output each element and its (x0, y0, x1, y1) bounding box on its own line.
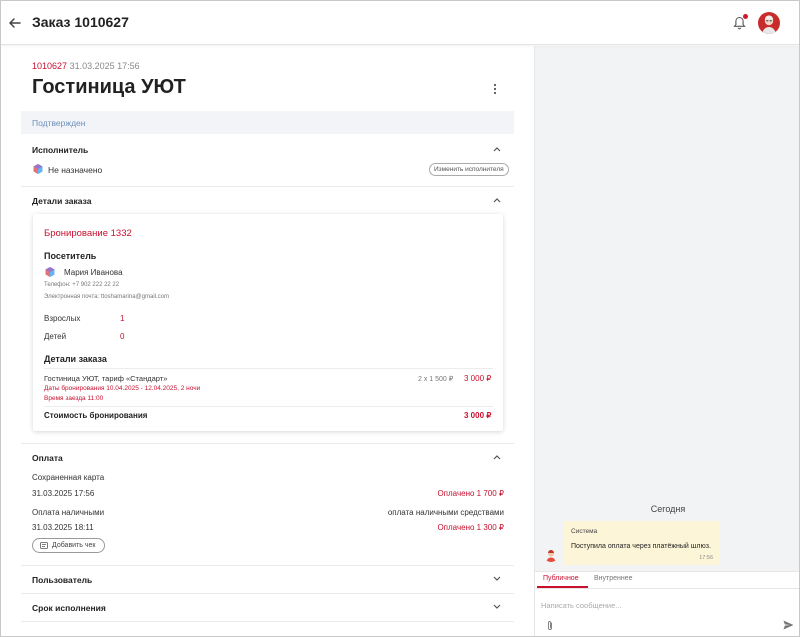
booking-total-value: 3 000 ₽ (464, 411, 492, 420)
item-name: Гостиница УЮТ, тариф «Стандарт» (44, 374, 168, 383)
more-vertical-icon[interactable] (490, 82, 500, 96)
chat-date-label: Сегодня (650, 504, 686, 514)
tab-internal[interactable]: Внутреннее (594, 575, 633, 582)
active-tab-indicator (537, 586, 588, 588)
adults-label: Взрослых (44, 314, 81, 323)
visitor-phone: Телефон: +7 902 222 22 22 (44, 282, 120, 288)
paperclip-icon[interactable] (546, 620, 554, 631)
children-value: 0 (120, 332, 125, 341)
divider (21, 443, 514, 444)
cash-label: Оплата наличными (32, 508, 105, 517)
cash-date: 31.03.2025 18:11 (32, 523, 94, 532)
divider (21, 565, 514, 566)
change-executor-button[interactable]: Изменить исполнителя (429, 163, 509, 176)
avatar-image-icon (758, 12, 780, 34)
tab-public[interactable]: Публичное (543, 575, 579, 582)
order-datetime: 31.03.2025 17:56 (69, 61, 140, 71)
saved-card-status: Оплачено 1 700 ₽ (437, 489, 504, 498)
order-panel: 1010627 31.03.2025 17:56 Гостиница УЮТ П… (1, 46, 534, 636)
message-input[interactable] (541, 599, 781, 611)
payment-heading: Оплата (32, 453, 63, 463)
chevron-up-icon[interactable] (492, 453, 502, 461)
item-dates: Даты бронирования 10.04.2025 - 12.04.202… (44, 385, 201, 392)
visitor-heading: Посетитель (44, 251, 97, 261)
booking-total-label: Стоимость бронирования (44, 411, 148, 420)
tabs-divider (535, 588, 799, 589)
order-details-heading: Детали заказа (32, 196, 92, 206)
status-bar: Подтвержден (21, 111, 514, 134)
saved-card-date: 31.03.2025 17:56 (32, 489, 95, 498)
order-meta: 1010627 31.03.2025 17:56 (32, 61, 140, 71)
message-composer: Публичное Внутреннее (535, 571, 799, 636)
send-icon[interactable] (783, 620, 794, 630)
deadline-heading[interactable]: Срок исполнения (32, 603, 106, 613)
cash-method: оплата наличными средствами (387, 508, 504, 517)
top-header: Заказ 1010627 (1, 1, 799, 45)
message-author: Система (571, 528, 598, 535)
notification-dot (743, 14, 748, 19)
visitor-email: Электронная почта: ttoshamarina@gmail.co… (44, 294, 169, 300)
saved-card-label: Сохраненная карта (32, 473, 105, 482)
divider (21, 593, 514, 594)
divider (44, 406, 493, 407)
divider (21, 186, 514, 187)
order-title: Гостиница УЮТ (32, 76, 186, 98)
divider (44, 368, 493, 369)
booking-title[interactable]: Бронирование 1332 (44, 228, 132, 239)
item-checkin: Время заезда 11:00 (44, 395, 104, 402)
adults-value: 1 (120, 314, 125, 323)
cash-status: Оплачено 1 300 ₽ (437, 523, 504, 532)
chat-panel: Сегодня Система Поступила оплата через п… (534, 46, 799, 636)
executor-heading: Исполнитель (32, 145, 89, 155)
visitor-name: Мария Иванова (64, 268, 123, 277)
executor-value: Не назначено (48, 165, 103, 175)
system-avatar (544, 548, 558, 562)
user-avatar[interactable] (758, 12, 780, 34)
chat-message: Система Поступила оплата через платёжный… (563, 521, 720, 565)
app-window: Заказ 1010627 1010627 31.03.2025 17:56 Г… (0, 0, 800, 637)
chevron-up-icon[interactable] (492, 196, 502, 204)
details-heading: Детали заказа (44, 354, 107, 364)
children-label: Детей (44, 332, 67, 341)
item-total: 3 000 ₽ (464, 374, 492, 383)
message-text: Поступила оплата через платёжный шлюз. (571, 543, 711, 550)
booking-card: Бронирование 1332 Посетитель Мария Ивано… (33, 214, 503, 431)
chevron-down-icon[interactable] (492, 603, 502, 611)
status-badge: Подтвержден (32, 118, 86, 128)
back-arrow-icon[interactable] (7, 15, 23, 31)
receipt-icon (40, 542, 48, 549)
add-check-button[interactable]: Добавить чек (32, 538, 105, 553)
order-number[interactable]: 1010627 (32, 61, 67, 71)
divider (21, 621, 514, 622)
chevron-up-icon[interactable] (492, 145, 502, 153)
page-title: Заказ 1010627 (32, 14, 129, 30)
chevron-down-icon[interactable] (492, 575, 502, 583)
message-time: 17:56 (699, 555, 713, 561)
cube-avatar-icon (33, 164, 43, 174)
item-quantity: 2 x 1 500 ₽ (418, 376, 454, 383)
user-heading[interactable]: Пользователь (32, 575, 92, 585)
cube-avatar-icon (45, 267, 55, 277)
add-check-label: Добавить чек (52, 542, 96, 549)
system-avatar-icon (544, 548, 558, 562)
